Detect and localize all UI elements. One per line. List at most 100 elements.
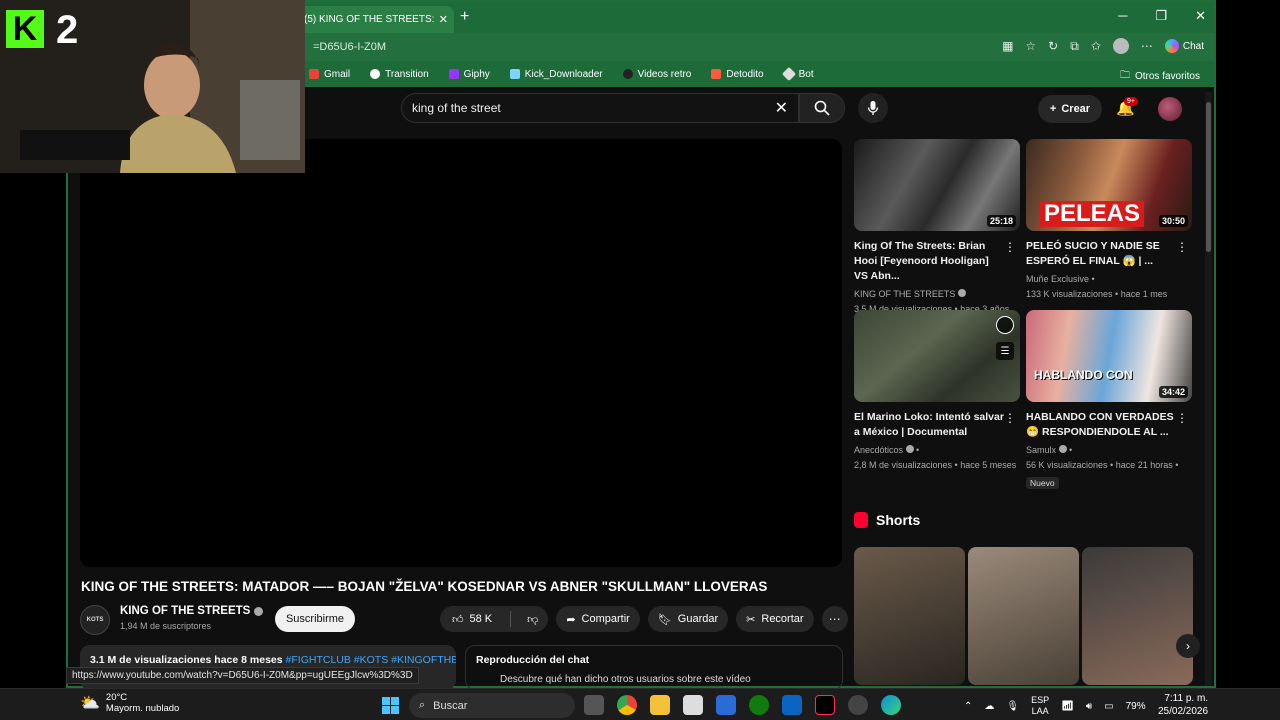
bookmark-label: Gmail	[324, 68, 351, 80]
video-thumbnail[interactable]: 25:18	[854, 139, 1020, 231]
address-icons: ▦ ☆ ↻ ⧉ ✩ ⋯ Chat	[1002, 38, 1204, 54]
more-actions-button[interactable]: ⋯	[821, 606, 848, 632]
dislike-button[interactable]: 👎︎	[517, 613, 548, 626]
file-explorer-icon[interactable]	[650, 695, 670, 715]
tab-title: (5) KING OF THE STREETS: MATADOR	[304, 14, 435, 25]
add-to-queue-icon[interactable]: ☰	[996, 342, 1014, 360]
volume-icon[interactable]: 🔊︎	[1086, 701, 1092, 712]
editor-icon[interactable]	[716, 695, 736, 715]
retro-icon	[622, 69, 633, 79]
search-placeholder: Buscar	[433, 699, 468, 712]
scrollbar-thumb[interactable]	[1206, 102, 1211, 252]
app-icon[interactable]	[848, 695, 868, 715]
create-button[interactable]: + Crear	[1038, 95, 1102, 123]
bookmark-label: Kick_Downloader	[524, 68, 603, 80]
chat-replay-panel[interactable]: Reproducción del chat Descubre qué han d…	[465, 645, 843, 690]
overlay-number: 2	[56, 8, 79, 52]
show-hidden-icons-chevron-icon[interactable]: ⌃	[964, 701, 972, 712]
favorite-star-icon[interactable]: ☆	[1025, 39, 1036, 53]
channel-avatar[interactable]: KOTS	[80, 605, 110, 635]
like-button[interactable]: 👍︎ 58 K	[440, 606, 504, 632]
apps-icon[interactable]: ▦	[1002, 39, 1013, 53]
recommended-video[interactable]: PELEAS 30:50 ⋮ PELEÓ SUCIO Y NADIE SE ES…	[1026, 139, 1192, 302]
extensions-icon[interactable]: ⧉	[1070, 39, 1079, 54]
bookmark-label: Transition	[385, 68, 429, 80]
save-button[interactable]: 🔖︎ Guardar	[647, 606, 729, 632]
maximize-icon[interactable]: ❐	[1155, 8, 1167, 24]
mic-icon[interactable]: 🎙︎	[1006, 701, 1019, 712]
bookmark-gmail[interactable]: Gmail	[309, 69, 350, 80]
video-thumbnail[interactable]: PELEAS 30:50	[1026, 139, 1192, 231]
onedrive-icon[interactable]: ☁	[984, 701, 994, 712]
rec-meta: 2,8 M de visualizaciones • hace 5 meses	[854, 460, 1017, 470]
window-controls: ─ ❐ ✕	[1118, 8, 1206, 24]
clock[interactable]: 7:11 p. m. 25/02/2026	[1158, 692, 1208, 718]
chrome-icon[interactable]	[617, 695, 637, 715]
channel-name[interactable]: KING OF THE STREETS	[120, 605, 264, 617]
hashtags[interactable]: #FIGHTCLUB #KOTS #KINGOFTHE	[286, 654, 456, 666]
active-tab[interactable]: (5) KING OF THE STREETS: MATADOR ✕	[298, 6, 454, 33]
new-tab-icon[interactable]: +	[460, 8, 469, 26]
video-menu-icon[interactable]: ⋮	[1004, 411, 1016, 425]
bookmark-detodito[interactable]: Detodito	[711, 69, 764, 80]
video-menu-icon[interactable]: ⋮	[1004, 240, 1016, 254]
url-field[interactable]: =D65U6-I-Z0M	[313, 41, 386, 53]
watch-later-icon[interactable]	[996, 316, 1014, 334]
wifi-icon[interactable]: 📶︎	[1061, 701, 1074, 712]
weather-widget[interactable]: ⛅ 20°C Mayorm. nublado	[80, 692, 179, 714]
search-input[interactable]: king of the street ✕	[401, 93, 799, 123]
bookmark-videos-retro[interactable]: Videos retro	[622, 69, 691, 80]
outlook-icon[interactable]	[782, 695, 802, 715]
page-scrollbar[interactable]	[1205, 92, 1212, 686]
profile-icon[interactable]	[1112, 38, 1129, 54]
short-thumbnail[interactable]	[854, 547, 965, 685]
video-menu-icon[interactable]: ⋮	[1176, 240, 1188, 254]
screen: (5) KING OF THE STREETS: MATADOR ✕ + ─ ❐…	[0, 0, 1280, 720]
video-player[interactable]	[80, 139, 842, 567]
recommended-video[interactable]: ☰ ⋮ El Marino Loko: Intentó salvar a Méx…	[854, 310, 1020, 473]
refresh-icon[interactable]: ↻	[1048, 39, 1058, 53]
share-button[interactable]: ➦ Compartir	[556, 606, 640, 632]
shorts-label: Shorts	[876, 512, 921, 528]
clip-button[interactable]: ✂ Recortar	[736, 606, 814, 632]
bookmark-kick-downloader[interactable]: Kick_Downloader	[509, 68, 603, 80]
minimize-icon[interactable]: ─	[1118, 8, 1127, 24]
more-menu-icon[interactable]: ⋯	[1141, 39, 1153, 53]
taskbar-search[interactable]: ⌕ Buscar	[409, 693, 575, 718]
favorites-icon[interactable]: ✩	[1091, 39, 1101, 53]
short-thumbnail[interactable]	[968, 547, 1079, 685]
rec-channel: Anecdóticos •	[854, 445, 920, 455]
other-favorites[interactable]: 🗀 Otros favoritos	[1120, 68, 1200, 85]
video-menu-icon[interactable]: ⋮	[1176, 411, 1188, 425]
close-window-icon[interactable]: ✕	[1195, 8, 1206, 24]
video-thumbnail[interactable]: ☰	[854, 310, 1020, 402]
account-avatar[interactable]	[1158, 97, 1182, 121]
bookmark-bot[interactable]: Bot	[781, 66, 814, 82]
tiktok-icon[interactable]	[815, 695, 835, 715]
task-view-icon[interactable]	[584, 695, 604, 715]
language-indicator[interactable]: ESP LAA	[1031, 695, 1049, 717]
channel-avatar-text: KOTS	[86, 617, 104, 623]
shorts-next-chevron-icon[interactable]: ›	[1176, 634, 1200, 658]
battery-icon[interactable]: ▭	[1104, 701, 1113, 712]
recommended-video[interactable]: HABLANDO CON 34:42 ⋮ HABLANDO CON VERDAD…	[1026, 310, 1192, 491]
thumbnail-text: HABLANDO CON	[1034, 368, 1133, 382]
copilot-icon	[1164, 39, 1179, 53]
recommended-video[interactable]: 25:18 ⋮ King Of The Streets: Brian Hooi …	[854, 139, 1020, 317]
clear-search-icon[interactable]: ✕	[775, 98, 788, 118]
search-button[interactable]	[799, 93, 845, 123]
bot-icon	[781, 66, 796, 82]
rec-channel: Muñe Exclusive •	[1026, 274, 1095, 284]
bookmark-transition[interactable]: Transition	[370, 69, 429, 80]
video-thumbnail[interactable]: HABLANDO CON 34:42	[1026, 310, 1192, 402]
edge-icon[interactable]	[881, 695, 901, 715]
short-thumbnail[interactable]	[1082, 547, 1193, 685]
xbox-icon[interactable]	[749, 695, 769, 715]
windows-start-icon[interactable]	[382, 697, 399, 714]
tab-close-icon[interactable]: ✕	[439, 13, 448, 26]
copilot-chat-button[interactable]: Chat	[1164, 39, 1204, 53]
voice-search-button[interactable]	[858, 93, 888, 123]
bookmark-giphy[interactable]: Giphy	[448, 69, 490, 80]
subscribe-button[interactable]: Suscribirme	[275, 606, 355, 632]
store-icon[interactable]	[683, 695, 703, 715]
